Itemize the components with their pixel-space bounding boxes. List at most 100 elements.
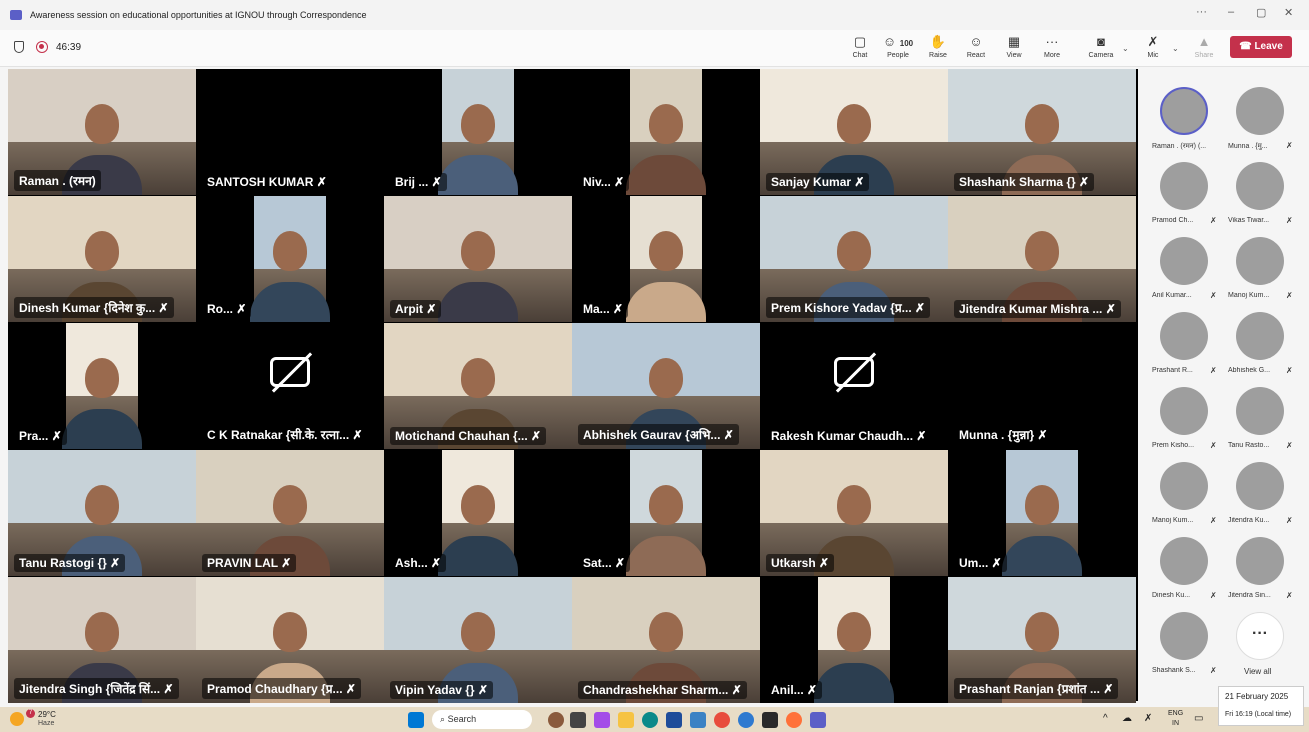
- mic-muted-icon: ✗: [474, 683, 488, 697]
- network-icon[interactable]: ☁: [1122, 713, 1132, 724]
- video-tile[interactable]: Ma... ✗: [572, 196, 760, 322]
- mic-muted-icon: ✗: [427, 556, 442, 570]
- video-tile[interactable]: Anil... ✗: [760, 577, 948, 703]
- video-tile[interactable]: Ro... ✗: [196, 196, 384, 322]
- video-tile[interactable]: Utkarsh ✗: [760, 450, 948, 576]
- video-tile[interactable]: Munna . {मुन्ना} ✗: [948, 323, 1136, 449]
- weather-icon[interactable]: [10, 712, 24, 726]
- participant-avatar-item[interactable]: Raman . (रमन) (...: [1140, 69, 1216, 150]
- participant-avatar-item[interactable]: Manoj Kum... ✗: [1140, 444, 1217, 525]
- meeting-title: Awareness session on educational opportu…: [30, 10, 367, 20]
- share-button[interactable]: ▲ Share: [1186, 35, 1222, 60]
- tray-chevron-up-icon[interactable]: ^: [1103, 713, 1108, 724]
- video-tile[interactable]: Arpit ✗: [384, 196, 572, 322]
- camera-button[interactable]: ◙ Camera: [1083, 35, 1119, 60]
- participant-face: [1025, 231, 1059, 272]
- mic-button[interactable]: ✗ Mic: [1135, 35, 1171, 60]
- mail-icon[interactable]: [690, 712, 706, 728]
- view-button[interactable]: ▦ View: [996, 35, 1032, 60]
- video-tile[interactable]: Jitendra Kumar Mishra ... ✗: [948, 196, 1136, 322]
- tooltip-date: 21 February 2025: [1225, 692, 1289, 701]
- video-feed: [250, 196, 330, 322]
- video-tile[interactable]: Sat... ✗: [572, 450, 760, 576]
- people-icon: ☺ 100: [882, 34, 914, 49]
- video-tile[interactable]: Pramod Chaudhary {प्र... ✗: [196, 577, 384, 703]
- video-tile[interactable]: Vipin Yadav {} ✗: [384, 577, 572, 703]
- react-button[interactable]: ☺ React: [958, 35, 994, 60]
- chrome-icon[interactable]: [714, 712, 730, 728]
- windows-start-icon[interactable]: [408, 712, 424, 728]
- taskbar-search[interactable]: ⌕ Search: [432, 710, 532, 729]
- participant-avatar-item[interactable]: Jitendra Sin... ✗: [1216, 519, 1293, 600]
- firefox-icon[interactable]: [786, 712, 802, 728]
- more-options-icon[interactable]: ···: [1196, 6, 1207, 18]
- leave-button[interactable]: ☎ Leave: [1230, 36, 1292, 58]
- video-tile[interactable]: C K Ratnakar {सी.के. रत्ना... ✗: [196, 323, 384, 449]
- mic-muted-icon: ✗: [160, 682, 174, 696]
- ellipsis-icon: ···: [1045, 34, 1059, 49]
- mic-muted-icon: ✗: [851, 175, 865, 189]
- store-icon[interactable]: [666, 712, 682, 728]
- participant-avatar-item[interactable]: Manoj Kum... ✗: [1216, 219, 1293, 300]
- task-view-icon[interactable]: [570, 712, 586, 728]
- video-tile[interactable]: Ash... ✗: [384, 450, 572, 576]
- mic-options-chevron-icon[interactable]: ⌄: [1172, 44, 1179, 53]
- video-tile[interactable]: Motichand Chauhan {... ✗: [384, 323, 572, 449]
- video-tile[interactable]: SANTOSH KUMAR ✗: [196, 69, 384, 195]
- participant-avatar-item[interactable]: Prashant R... ✗: [1140, 294, 1217, 375]
- language-indicator[interactable]: ENG: [1168, 710, 1183, 717]
- minimize-icon[interactable]: –: [1228, 6, 1234, 18]
- assistant-icon[interactable]: [738, 712, 754, 728]
- video-tile[interactable]: Jitendra Singh {जितेंद्र सिं... ✗: [8, 577, 196, 703]
- close-icon[interactable]: ✕: [1284, 6, 1293, 19]
- display-icon[interactable]: ▭: [1194, 713, 1203, 724]
- video-tile[interactable]: Prashant Ranjan {प्रशांत ... ✗: [948, 577, 1136, 703]
- participant-avatar-item[interactable]: Abhishek G... ✗: [1216, 294, 1293, 375]
- video-tile[interactable]: Tanu Rastogi {} ✗: [8, 450, 196, 576]
- mic-muted-icon: ✗: [349, 428, 363, 442]
- video-feed: [814, 577, 894, 703]
- participant-avatar-item[interactable]: Pramod Ch... ✗: [1140, 144, 1217, 225]
- video-tile[interactable]: Rakesh Kumar Chaudh... ✗: [760, 323, 948, 449]
- copilot-people-icon[interactable]: [548, 712, 564, 728]
- camera-options-chevron-icon[interactable]: ⌄: [1122, 44, 1129, 53]
- chat-button[interactable]: ▢ Chat: [842, 35, 878, 60]
- participant-avatar-item[interactable]: Anil Kumar... ✗: [1140, 219, 1217, 300]
- video-tile[interactable]: Abhishek Gaurav {अभि... ✗: [572, 323, 760, 449]
- file-explorer-icon[interactable]: [618, 712, 634, 728]
- participant-avatar-item[interactable]: Tanu Rasto... ✗: [1216, 369, 1293, 450]
- participant-avatar-item[interactable]: Dinesh Ku... ✗: [1140, 519, 1217, 600]
- people-button[interactable]: ☺ 100 People: [880, 34, 916, 60]
- participant-name-label: Jitendra Kumar Mishra ... ✗: [954, 300, 1121, 318]
- participant-avatar-item[interactable]: Prem Kisho... ✗: [1140, 369, 1217, 450]
- video-tile[interactable]: Raman . (रमन): [8, 69, 196, 195]
- more-button[interactable]: ··· More: [1034, 34, 1070, 60]
- video-tile[interactable]: Pra... ✗: [8, 323, 196, 449]
- video-tile[interactable]: Brij ... ✗: [384, 69, 572, 195]
- video-tile[interactable]: PRAVIN LAL ✗: [196, 450, 384, 576]
- teams-window: Awareness session on educational opportu…: [0, 0, 1309, 707]
- video-tile[interactable]: Niv... ✗: [572, 69, 760, 195]
- raise-hand-button[interactable]: ✋ Raise: [920, 35, 956, 60]
- view-all-label[interactable]: View all: [1244, 667, 1271, 676]
- edge-icon[interactable]: [642, 712, 658, 728]
- video-tile[interactable]: Sanjay Kumar ✗: [760, 69, 948, 195]
- mic-muted-icon: ✗: [720, 428, 734, 442]
- participant-face: [461, 358, 495, 399]
- participant-face: [85, 612, 119, 653]
- participant-avatar-item[interactable]: Munna . {मु... ✗: [1216, 69, 1293, 150]
- view-all-button[interactable]: ···: [1236, 612, 1284, 660]
- video-tile[interactable]: Prem Kishore Yadav {प्र... ✗: [760, 196, 948, 322]
- participant-avatar-item[interactable]: Shashank S... ✗: [1140, 594, 1217, 675]
- mic-muted-tray-icon[interactable]: ✗: [1144, 713, 1152, 724]
- video-tile[interactable]: Chandrashekhar Sharm... ✗: [572, 577, 760, 703]
- video-tile[interactable]: Um... ✗: [948, 450, 1136, 576]
- camera-app-icon[interactable]: [762, 712, 778, 728]
- copilot-icon[interactable]: [594, 712, 610, 728]
- video-tile[interactable]: Shashank Sharma {} ✗: [948, 69, 1136, 195]
- maximize-icon[interactable]: ▢: [1256, 6, 1266, 19]
- video-tile[interactable]: Dinesh Kumar {दिनेश कु... ✗: [8, 196, 196, 322]
- teams-taskbar-icon[interactable]: [810, 712, 826, 728]
- participant-avatar-item[interactable]: Vikas Tiwar... ✗: [1216, 144, 1293, 225]
- participant-avatar-item[interactable]: Jitendra Ku... ✗: [1216, 444, 1293, 525]
